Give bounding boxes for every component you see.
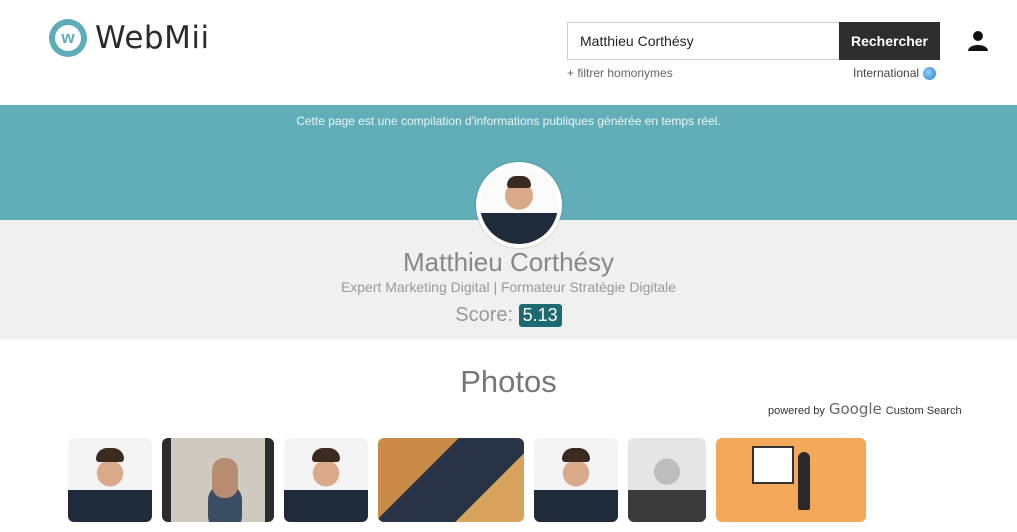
photos-heading: Photos (460, 364, 557, 399)
profile-name: Matthieu Corthésy (403, 247, 614, 277)
search-button[interactable]: Rechercher (839, 22, 940, 60)
webmii-logo-icon: w (49, 19, 87, 57)
region-selector[interactable]: International (853, 66, 937, 80)
score-label: Score: (455, 304, 514, 326)
photo-thumbnail[interactable] (378, 438, 524, 522)
photo-thumbnail[interactable] (716, 438, 866, 522)
logo-letter: w (55, 25, 81, 51)
powered-by-google: powered by Google Custom Search (768, 400, 962, 418)
compilation-notice: Cette page est une compilation d'informa… (296, 114, 721, 128)
photo-thumbnail[interactable] (162, 438, 274, 522)
score-badge: 5.13 (518, 304, 562, 328)
globe-icon (923, 66, 937, 80)
search-input[interactable] (567, 22, 839, 60)
site-logo[interactable]: w WebMii (49, 19, 210, 57)
avatar-photo (480, 166, 558, 244)
photo-thumbnail[interactable] (628, 438, 706, 522)
profile-score: Score: 5.13 (0, 304, 1017, 328)
header: w WebMii Rechercher + filtrer homonymes … (0, 0, 1017, 105)
photo-thumbnail[interactable] (534, 438, 618, 522)
powered-prefix: powered by (768, 405, 825, 417)
photo-thumbnail[interactable] (68, 438, 152, 522)
filter-homonyms-link[interactable]: + filtrer homonymes (567, 66, 673, 80)
brand-name: WebMii (95, 20, 210, 56)
region-label: International (853, 66, 920, 80)
avatar (476, 162, 562, 248)
profile-headline: Expert Marketing Digital | Formateur Str… (340, 279, 677, 295)
user-icon[interactable] (966, 30, 990, 52)
google-logo: Google (828, 400, 882, 418)
photo-thumbnail[interactable] (284, 438, 368, 522)
powered-suffix: Custom Search (885, 405, 962, 417)
